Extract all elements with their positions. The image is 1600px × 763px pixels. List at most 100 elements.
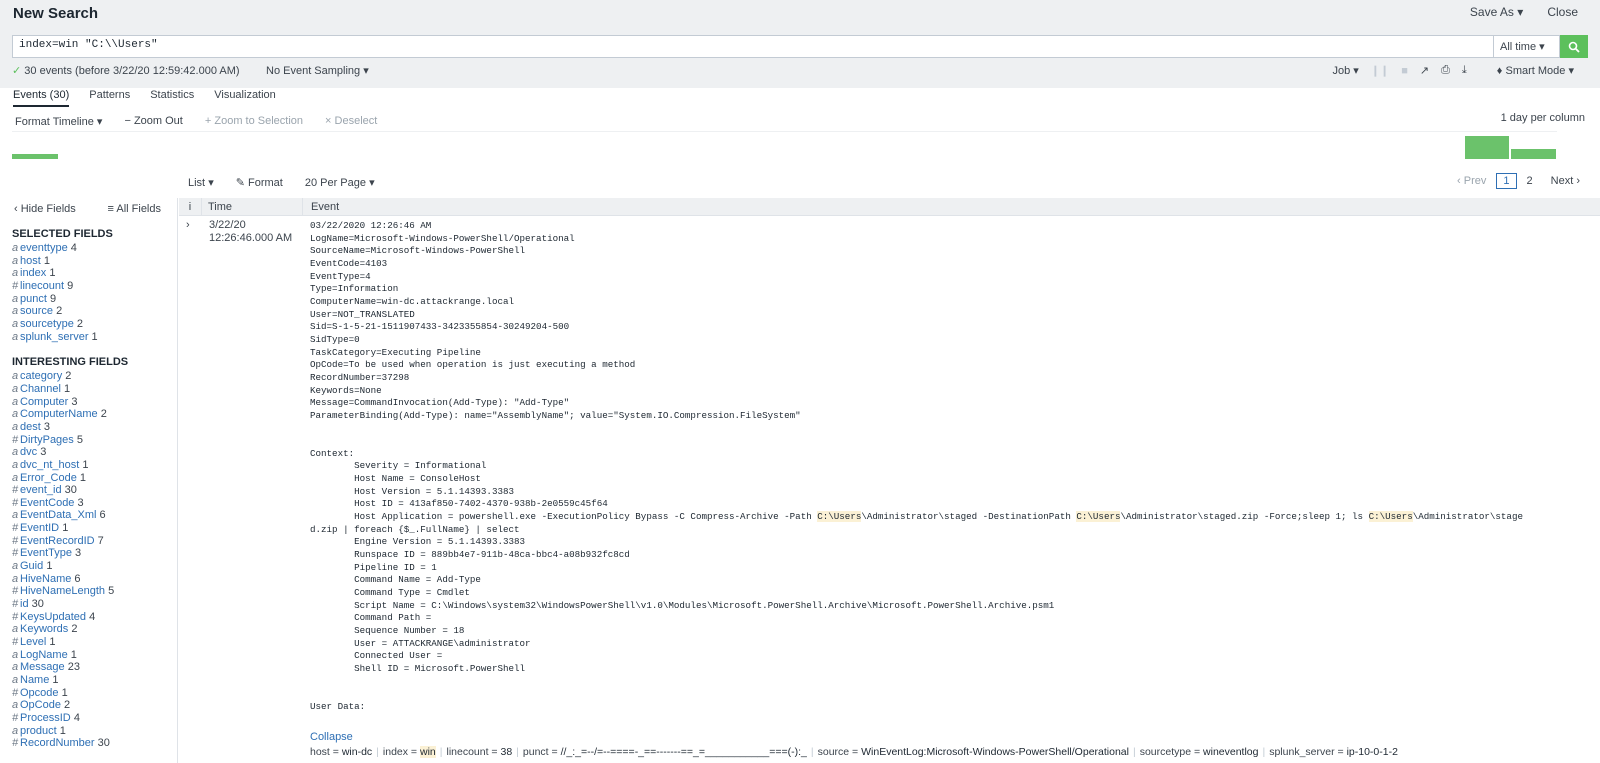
sidebar-field[interactable]: a LogName 1 [0, 649, 177, 662]
prev-page-button[interactable]: ‹ Prev [1457, 175, 1486, 187]
timeline-chart[interactable] [12, 131, 1557, 159]
sidebar-field[interactable]: a Name 1 [0, 674, 177, 687]
field-name[interactable]: RecordNumber [20, 737, 95, 749]
field-value[interactable]: win-dc [342, 746, 372, 758]
sidebar-field[interactable]: a HiveName 6 [0, 573, 177, 586]
next-page-button[interactable]: Next › [1551, 175, 1580, 187]
zoom-to-selection-button[interactable]: + Zoom to Selection [205, 115, 303, 128]
field-name[interactable]: linecount [20, 280, 64, 292]
field-name[interactable]: dvc_nt_host [20, 459, 79, 471]
time-range-picker[interactable]: All time ▾ [1494, 35, 1560, 58]
list-view-menu[interactable]: List ▾ [188, 176, 214, 189]
hide-fields-button[interactable]: ‹ Hide Fields [14, 203, 76, 215]
job-menu[interactable]: Job ▾ [1332, 64, 1358, 77]
sidebar-field[interactable]: a category 2 [0, 370, 177, 383]
sidebar-field[interactable]: a source 2 [0, 305, 177, 318]
field-name[interactable]: Computer [20, 396, 68, 408]
field-name[interactable]: category [20, 370, 62, 382]
sidebar-field[interactable]: a Keywords 2 [0, 623, 177, 636]
field-name[interactable]: EventCode [20, 497, 74, 509]
field-value[interactable]: //_:_=--/=--====-_==-------==_=_________… [561, 746, 807, 758]
field-name[interactable]: host [20, 255, 41, 267]
sidebar-field[interactable]: a sourcetype 2 [0, 318, 177, 331]
field-name[interactable]: source [20, 305, 53, 317]
sidebar-field[interactable]: a dvc_nt_host 1 [0, 459, 177, 472]
sidebar-field[interactable]: # EventType 3 [0, 547, 177, 560]
time-column-header[interactable]: Time [202, 198, 303, 215]
field-name[interactable]: index [20, 267, 46, 279]
timeline-bar[interactable] [12, 154, 58, 159]
field-name[interactable]: event_id [20, 484, 62, 496]
stop-icon[interactable]: ■ [1401, 65, 1408, 77]
print-icon[interactable]: ⎙ [1441, 64, 1450, 77]
sidebar-field[interactable]: # DirtyPages 5 [0, 434, 177, 447]
sidebar-field[interactable]: a EventData_Xml 6 [0, 509, 177, 522]
tab-statistics[interactable]: Statistics [150, 89, 194, 107]
tab-visualization[interactable]: Visualization [214, 89, 276, 107]
deselect-button[interactable]: × Deselect [325, 115, 377, 128]
field-name[interactable]: dest [20, 421, 41, 433]
sidebar-field[interactable]: a Error_Code 1 [0, 472, 177, 485]
timeline-bar[interactable] [1465, 136, 1509, 159]
field-name[interactable]: dvc [20, 446, 37, 458]
all-fields-button[interactable]: ≡ All Fields [108, 203, 162, 215]
search-input[interactable]: index=win "C:\\Users" [12, 35, 1494, 58]
field-name[interactable]: id [20, 598, 29, 610]
sidebar-field[interactable]: a splunk_server 1 [0, 331, 177, 344]
save-as-menu[interactable]: Save As ▾ [1470, 5, 1523, 19]
field-name[interactable]: OpCode [20, 699, 61, 711]
sidebar-field[interactable]: a product 1 [0, 725, 177, 738]
field-name[interactable]: eventtype [20, 242, 68, 254]
sidebar-field[interactable]: a dvc 3 [0, 446, 177, 459]
search-mode-menu[interactable]: ♦ Smart Mode ▾ [1497, 64, 1574, 77]
share-icon[interactable]: ↗ [1420, 64, 1429, 77]
field-name[interactable]: DirtyPages [20, 434, 74, 446]
sidebar-field[interactable]: a Computer 3 [0, 396, 177, 409]
sidebar-field[interactable]: # id 30 [0, 598, 177, 611]
timeline-bar[interactable] [1511, 149, 1556, 159]
field-name[interactable]: Guid [20, 560, 43, 572]
sidebar-field[interactable]: a index 1 [0, 267, 177, 280]
sidebar-field[interactable]: # Level 1 [0, 636, 177, 649]
sidebar-field[interactable]: a host 1 [0, 255, 177, 268]
field-value[interactable]: win [419, 746, 436, 758]
format-timeline-menu[interactable]: Format Timeline ▾ [15, 115, 102, 128]
sidebar-field[interactable]: a Guid 1 [0, 560, 177, 573]
field-value[interactable]: wineventlog [1203, 746, 1258, 758]
sidebar-field[interactable]: a eventtype 4 [0, 242, 177, 255]
sidebar-field[interactable]: # KeysUpdated 4 [0, 611, 177, 624]
export-icon[interactable]: ⤓ [1462, 64, 1467, 77]
field-name[interactable]: KeysUpdated [20, 611, 86, 623]
sidebar-field[interactable]: a Message 23 [0, 661, 177, 674]
field-name[interactable]: Opcode [20, 687, 59, 699]
sidebar-field[interactable]: # ProcessID 4 [0, 712, 177, 725]
page-1-button[interactable]: 1 [1496, 173, 1517, 189]
field-value[interactable]: ip-10-0-1-2 [1347, 746, 1398, 758]
field-name[interactable]: ComputerName [20, 408, 98, 420]
field-name[interactable]: HiveName [20, 573, 71, 585]
page-2-button[interactable]: 2 [1527, 175, 1533, 187]
close-button[interactable]: Close [1547, 5, 1578, 19]
sidebar-field[interactable]: # Opcode 1 [0, 687, 177, 700]
sidebar-field[interactable]: # EventID 1 [0, 522, 177, 535]
field-name[interactable]: EventRecordID [20, 535, 95, 547]
sidebar-field[interactable]: # RecordNumber 30 [0, 737, 177, 750]
field-name[interactable]: sourcetype [20, 318, 74, 330]
sidebar-field[interactable]: a OpCode 2 [0, 699, 177, 712]
field-name[interactable]: Error_Code [20, 472, 77, 484]
field-name[interactable]: punct [20, 293, 47, 305]
field-name[interactable]: Keywords [20, 623, 68, 635]
format-menu[interactable]: ✎ Format [236, 176, 283, 189]
collapse-link[interactable]: Collapse [310, 731, 353, 743]
field-name[interactable]: LogName [20, 649, 68, 661]
field-name[interactable]: Message [20, 661, 65, 673]
field-name[interactable]: HiveNameLength [20, 585, 105, 597]
field-name[interactable]: EventID [20, 522, 59, 534]
event-sampling-dropdown[interactable]: No Event Sampling ▾ [266, 64, 369, 77]
tab-events[interactable]: Events (30) [13, 89, 70, 107]
chevron-right-icon[interactable]: › [186, 219, 190, 231]
sidebar-field[interactable]: # event_id 30 [0, 484, 177, 497]
field-name[interactable]: product [20, 725, 57, 737]
sidebar-field[interactable]: # HiveNameLength 5 [0, 585, 177, 598]
sidebar-field[interactable]: # linecount 9 [0, 280, 177, 293]
